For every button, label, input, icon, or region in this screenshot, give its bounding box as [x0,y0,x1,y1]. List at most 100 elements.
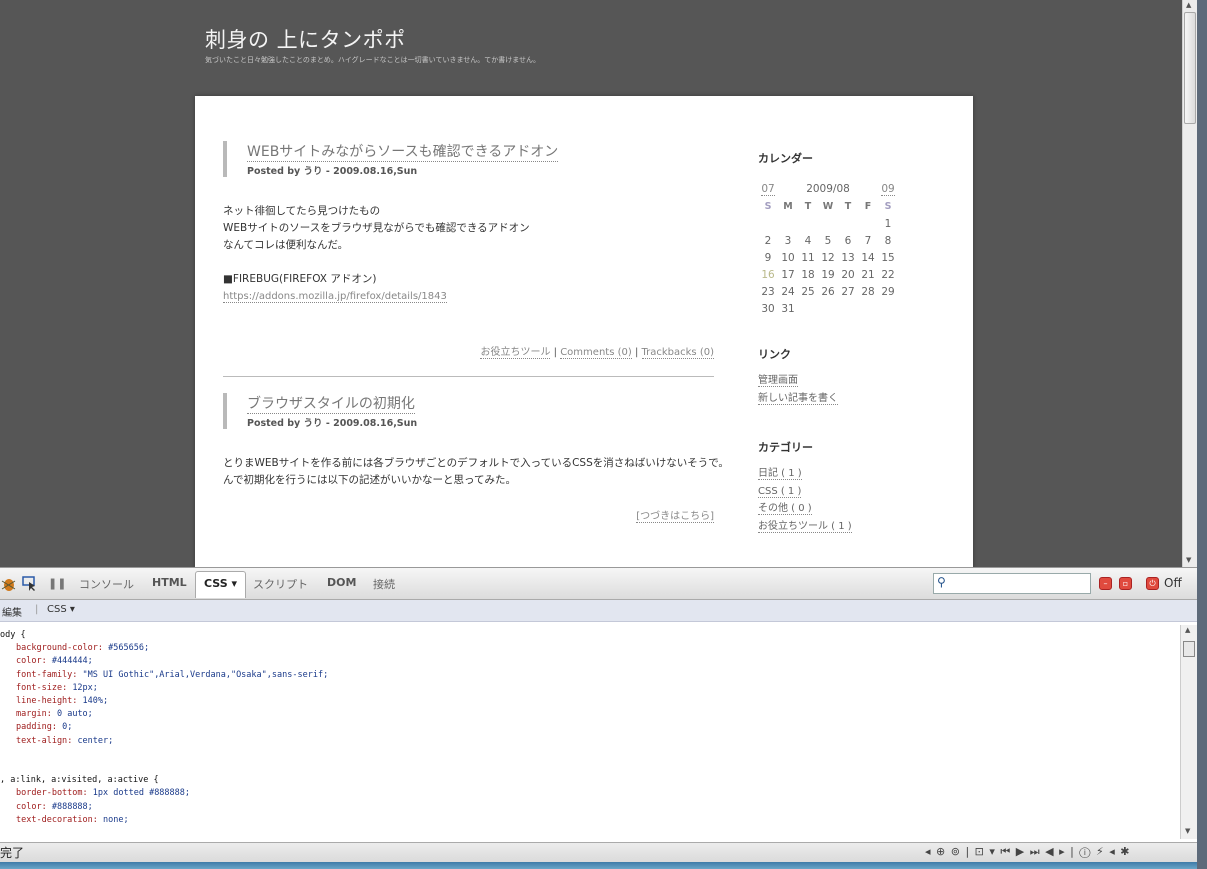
css-declaration[interactable]: padding: 0; [0,721,72,734]
read-more-link[interactable]: [つづきはこちら] [636,511,714,523]
tab-dom[interactable]: DOM [327,576,356,589]
calendar-day[interactable]: 16 [758,266,778,283]
css-property[interactable]: color [16,802,42,812]
calendar-day[interactable]: 11 [798,249,818,266]
css-property[interactable]: margin [16,709,47,719]
css-property[interactable]: text-decoration [16,815,93,825]
category-item[interactable]: CSS ( 1 ) [758,485,802,498]
calendar-day[interactable]: 7 [858,232,878,249]
calendar-day[interactable]: 25 [798,283,818,300]
calendar-day[interactable]: 19 [818,266,838,283]
css-declaration[interactable]: text-align: center; [0,735,113,748]
css-property[interactable]: line-height [16,696,72,706]
css-value[interactable]: #444444; [52,656,93,666]
site-title[interactable]: 刺身の 上にタンポポ [205,24,406,54]
calendar-day[interactable]: 3 [778,232,798,249]
css-value[interactable]: #565656; [108,643,149,653]
power-icon[interactable]: ⏻ [1146,577,1159,590]
calendar-day[interactable]: 14 [858,249,878,266]
calendar-day[interactable]: 1 [878,215,898,232]
tab-script[interactable]: スクリプト [253,576,308,592]
css-declaration[interactable]: font-family: "MS UI Gothic",Arial,Verdan… [0,669,328,682]
css-declaration[interactable]: font-size: 12px; [0,682,98,695]
calendar-day[interactable]: 2 [758,232,778,249]
calendar-day[interactable]: 8 [878,232,898,249]
calendar-day[interactable]: 18 [798,266,818,283]
css-declaration[interactable]: border-bottom: 1px dotted #888888; [0,787,190,800]
tab-console[interactable]: コンソール [79,576,134,592]
scroll-down-icon[interactable]: ▼ [1186,556,1191,564]
css-value[interactable]: 1px dotted #888888; [93,788,190,798]
category-item[interactable]: 日記 ( 1 ) [758,468,802,480]
post-title[interactable]: ブラウザスタイルの初期化 [247,393,415,414]
category-link[interactable]: お役立ちツール [480,347,551,359]
new-post-link[interactable]: 新しい記事を書く [758,392,838,405]
css-value[interactable]: 140%; [83,696,109,706]
css-property[interactable]: font-size [16,683,62,693]
css-property[interactable]: border-bottom [16,788,83,798]
scroll-down-icon[interactable]: ▼ [1185,827,1190,835]
comments-link[interactable]: Comments (0) [560,347,632,359]
css-value[interactable]: "MS UI Gothic",Arial,Verdana,"Osaka",san… [83,670,329,680]
css-property[interactable]: background-color [16,643,98,653]
firebug-off-button[interactable]: Off [1164,576,1182,590]
calendar-day[interactable]: 9 [758,249,778,266]
calendar-day[interactable]: 27 [838,283,858,300]
css-scrollbar[interactable]: ▲ ▼ [1180,625,1197,839]
calendar-day[interactable]: 17 [778,266,798,283]
inspect-icon[interactable] [22,576,38,592]
calendar-day[interactable]: 22 [878,266,898,283]
css-value[interactable]: 12px; [72,683,98,693]
calendar-day[interactable]: 20 [838,266,858,283]
addon-link[interactable]: https://addons.mozilla.jp/firefox/detail… [223,291,447,303]
calendar-day[interactable]: 31 [778,300,798,317]
css-value[interactable]: none; [103,815,129,825]
css-declaration[interactable]: background-color: #565656; [0,642,149,655]
detach-icon[interactable]: ▫ [1119,577,1132,590]
scroll-up-icon[interactable]: ▲ [1186,1,1191,9]
css-declaration[interactable]: color: #444444; [0,655,93,668]
calendar-day[interactable]: 5 [818,232,838,249]
calendar-day[interactable]: 21 [858,266,878,283]
css-value[interactable]: center; [77,736,113,746]
firebug-search-input[interactable]: ⚲ [933,573,1091,594]
tab-net[interactable]: 接続 [373,576,395,592]
scrollbar-thumb[interactable] [1184,12,1196,124]
calendar-day[interactable]: 28 [858,283,878,300]
calendar-day[interactable]: 24 [778,283,798,300]
tab-html[interactable]: HTML [152,576,187,589]
css-file-select[interactable]: CSS ▾ [47,604,75,615]
status-icons[interactable]: ◂ ⊕ ⊚ | ⊡ ▾ ⏮ ▶ ⏭ ◀ ▸ | ⓘ ⚡ ◂ ✱ [925,845,1130,859]
css-declaration[interactable]: color: #888888; [0,801,93,814]
pause-icon[interactable]: ❚❚ [48,577,66,590]
edit-button[interactable]: 編集 [2,604,22,619]
css-property[interactable]: font-family [16,670,72,680]
calendar-prev-month[interactable]: 07 [761,183,775,196]
category-item[interactable]: その他 ( 0 ) [758,503,812,515]
category-item[interactable]: お役立ちツール ( 1 ) [758,520,852,533]
calendar-day[interactable]: 26 [818,283,838,300]
trackbacks-link[interactable]: Trackbacks (0) [641,347,714,359]
calendar-day[interactable]: 29 [878,283,898,300]
calendar-day[interactable]: 6 [838,232,858,249]
css-value[interactable]: 0; [62,722,72,732]
calendar-day[interactable]: 13 [838,249,858,266]
tab-css[interactable]: CSS ▾ [195,571,246,598]
page-scrollbar[interactable]: ▲ ▼ [1182,0,1197,567]
css-property[interactable]: text-align [16,736,67,746]
admin-link[interactable]: 管理画面 [758,375,798,387]
calendar-day[interactable]: 23 [758,283,778,300]
css-selector[interactable]: , a:link, a:visited, a:active { [0,774,159,787]
css-declaration[interactable]: margin: 0 auto; [0,708,93,721]
css-property[interactable]: padding [16,722,52,732]
calendar-next-month[interactable]: 09 [881,183,895,196]
css-declaration[interactable]: text-decoration: none; [0,814,129,827]
css-property[interactable]: color [16,656,42,666]
calendar-day[interactable]: 10 [778,249,798,266]
post-title[interactable]: WEBサイトみながらソースも確認できるアドオン [247,141,559,162]
css-selector[interactable]: ody { [0,629,26,642]
css-value[interactable]: 0 auto; [57,709,93,719]
calendar-day[interactable]: 30 [758,300,778,317]
scroll-up-icon[interactable]: ▲ [1185,626,1190,634]
calendar-day[interactable]: 4 [798,232,818,249]
